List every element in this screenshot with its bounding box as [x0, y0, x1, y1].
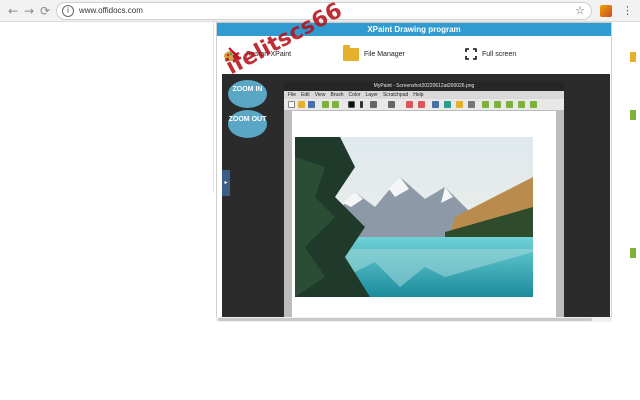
open-file-icon[interactable] — [298, 101, 305, 108]
left-blank-panel — [0, 22, 214, 192]
site-info-icon[interactable]: i — [62, 5, 74, 17]
extension-icon[interactable] — [600, 5, 612, 17]
fullscreen-button[interactable]: Full screen — [465, 45, 516, 63]
redo-icon[interactable] — [332, 101, 339, 108]
menu-color[interactable]: Color — [349, 91, 361, 99]
mypaint-toolbar — [284, 99, 564, 111]
scrollbar-thumb[interactable] — [218, 318, 592, 321]
color-picker-icon[interactable] — [432, 101, 439, 108]
clear-icon[interactable] — [418, 101, 425, 108]
rotate-icon[interactable] — [506, 101, 513, 108]
layers-icon[interactable] — [468, 101, 475, 108]
zoom-in-tool-icon[interactable] — [482, 101, 489, 108]
mypaint-menubar: File Edit View Brush Color Layer Scratch… — [284, 91, 564, 99]
brush-selector-icon[interactable] — [370, 101, 377, 108]
pan-icon[interactable] — [444, 101, 451, 108]
brush-settings-icon[interactable] — [388, 101, 395, 108]
menu-brush[interactable]: Brush — [330, 91, 343, 99]
file-manager-label: File Manager — [364, 50, 405, 58]
mirror-icon[interactable] — [518, 101, 525, 108]
fullscreen-icon — [465, 48, 477, 60]
fullscreen-label: Full screen — [482, 50, 517, 58]
undo-icon[interactable] — [322, 101, 329, 108]
mypaint-window[interactable]: MyPaint - Screenshot20220612at200026.png… — [284, 82, 564, 317]
file-manager-button[interactable]: File Manager — [343, 44, 405, 63]
reload-icon[interactable]: ⟳ — [38, 4, 52, 18]
save-file-icon[interactable] — [308, 101, 315, 108]
canvas-page[interactable] — [292, 111, 556, 317]
eraser-icon[interactable] — [406, 101, 413, 108]
right-edge-mark — [630, 248, 636, 258]
zoom-out-tool-icon[interactable] — [494, 101, 501, 108]
right-blank-panel — [612, 22, 640, 322]
viewer-right-margin — [574, 74, 610, 317]
menu-view[interactable]: View — [315, 91, 326, 99]
fit-view-icon[interactable] — [530, 101, 537, 108]
canvas-area[interactable] — [284, 111, 564, 317]
lake-photo-image — [295, 137, 533, 297]
menu-help[interactable]: Help — [413, 91, 423, 99]
remote-viewer[interactable]: ZOOM IN ZOOM OUT ▸ MyPaint - Screenshot2… — [222, 74, 610, 317]
back-arrow-icon[interactable]: ← — [6, 4, 20, 18]
horizontal-scrollbar[interactable] — [216, 317, 612, 322]
forward-arrow-icon[interactable]: → — [22, 4, 36, 18]
mypaint-title-bar: MyPaint - Screenshot20220612at200026.png — [284, 82, 564, 91]
menu-scratchpad[interactable]: Scratchpad — [383, 91, 408, 99]
brush-size-icon[interactable] — [360, 101, 363, 108]
menu-edit[interactable]: Edit — [301, 91, 310, 99]
color-swatch-icon[interactable] — [348, 101, 355, 108]
right-edge-mark — [630, 110, 636, 120]
frame-icon[interactable] — [456, 101, 463, 108]
page-bottom — [0, 396, 640, 400]
url-text[interactable]: www.offidocs.com — [79, 6, 143, 15]
bookmark-star-icon[interactable]: ☆ — [575, 4, 585, 17]
right-edge-mark — [630, 52, 636, 62]
folder-icon — [343, 44, 359, 61]
zoom-out-button[interactable]: ZOOM OUT — [228, 110, 267, 138]
menu-layer[interactable]: Layer — [365, 91, 378, 99]
new-file-icon[interactable] — [288, 101, 295, 108]
browser-menu-icon[interactable]: ⋮ — [622, 4, 633, 18]
side-panel-toggle[interactable]: ▸ — [222, 170, 230, 196]
menu-file[interactable]: File — [288, 91, 296, 99]
